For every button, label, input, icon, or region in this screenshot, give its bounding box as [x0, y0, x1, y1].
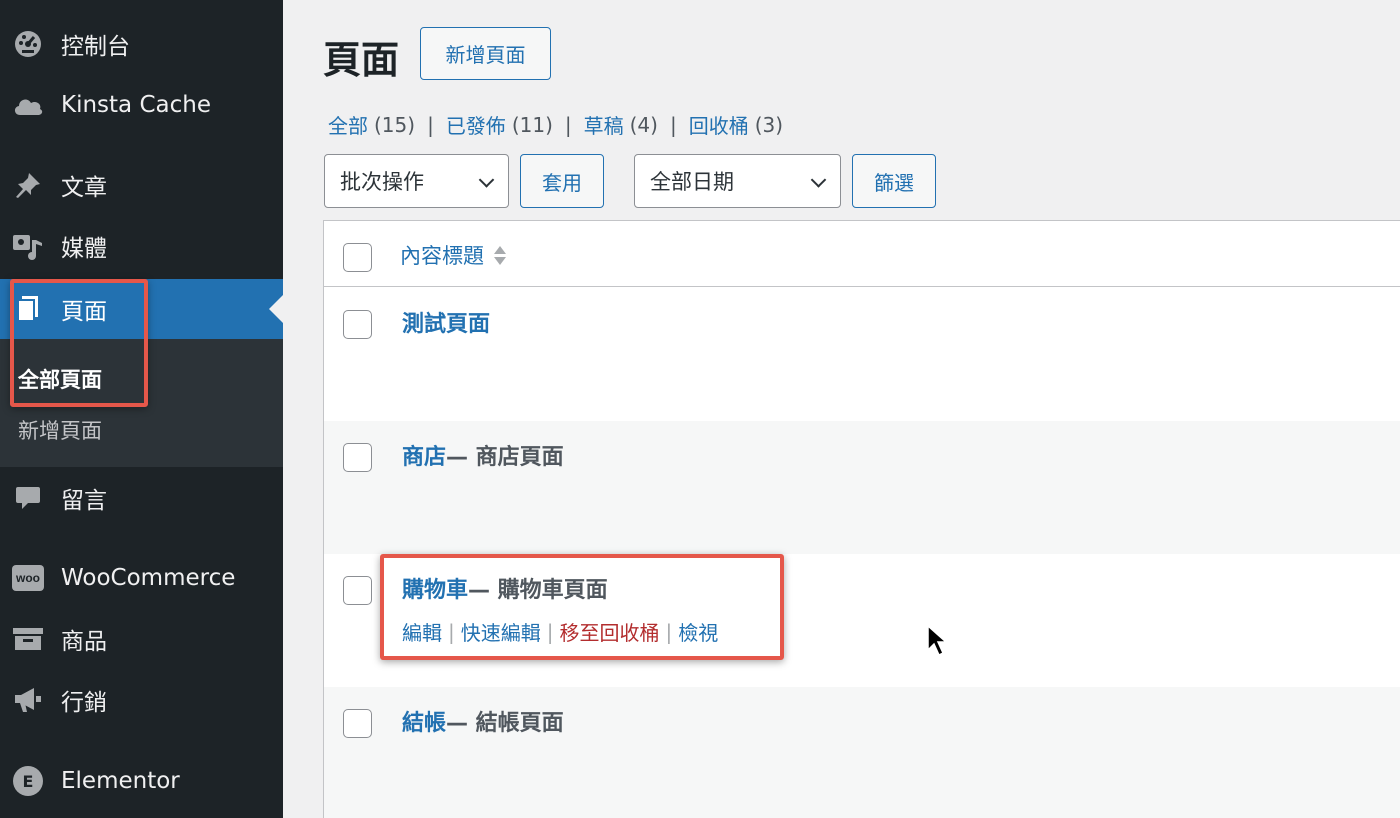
row-post-state: — 結帳頁面	[446, 711, 564, 736]
filter-button[interactable]: 篩選	[852, 154, 936, 208]
separator: |	[427, 112, 434, 137]
separator: |	[665, 619, 673, 644]
table-row: 商店 — 商店頁面	[324, 421, 1400, 554]
filter-trash-link[interactable]: 回收桶	[689, 110, 749, 139]
filter-published-count: (11)	[511, 112, 553, 137]
menu-item-comments[interactable]: 留言	[0, 470, 283, 526]
menu-item-elementor[interactable]: E Elementor	[0, 753, 283, 809]
add-new-page-button[interactable]: 新增頁面	[420, 27, 551, 80]
apply-button[interactable]: 套用	[520, 154, 604, 208]
menu-item-woocommerce[interactable]: woo WooCommerce	[0, 550, 283, 606]
row-title-link[interactable]: 購物車	[402, 572, 468, 604]
select-all-checkbox[interactable]	[343, 243, 372, 272]
status-filter-links: 全部 (15) | 已發佈 (11) | 草稿 (4) | 回收桶 (3)	[328, 110, 783, 139]
edit-link[interactable]: 編輯	[402, 617, 442, 646]
menu-item-label: 行銷	[61, 690, 107, 716]
cloud-icon	[12, 89, 44, 121]
menu-item-kinsta-cache[interactable]: Kinsta Cache	[0, 77, 283, 133]
row-post-state: — 商店頁面	[446, 445, 564, 470]
row-title: 結帳 — 結帳頁面	[402, 705, 564, 737]
separator: |	[546, 619, 554, 644]
mouse-cursor-icon	[927, 624, 948, 657]
submenu-all-pages[interactable]: 全部頁面	[18, 364, 102, 394]
bulk-action-select[interactable]: 批次操作	[324, 154, 509, 208]
menu-item-label: 控制台	[61, 34, 130, 60]
menu-item-label: 文章	[61, 175, 107, 201]
row-checkbox[interactable]	[343, 443, 372, 472]
media-icon	[12, 230, 44, 262]
woo-icon-text: woo	[12, 565, 44, 591]
row-title-link[interactable]: 測試頁面	[402, 306, 490, 338]
chevron-down-icon	[810, 172, 827, 188]
chevron-down-icon	[478, 172, 495, 188]
menu-item-label: WooCommerce	[61, 565, 236, 591]
bulk-action-value: 批次操作	[340, 170, 424, 194]
view-link[interactable]: 檢視	[678, 617, 718, 646]
row-title: 購物車 — 購物車頁面	[402, 572, 608, 604]
pages-submenu: 全部頁面 新增頁面	[0, 339, 283, 467]
pin-icon	[12, 169, 44, 201]
row-checkbox[interactable]	[343, 576, 372, 605]
menu-item-pages[interactable]: 頁面	[0, 279, 283, 339]
menu-item-label: Kinsta Cache	[61, 92, 211, 118]
row-post-state: — 購物車頁面	[468, 578, 608, 603]
table-row: 測試頁面	[324, 288, 1400, 421]
menu-item-dashboard[interactable]: 控制台	[0, 16, 283, 72]
quick-edit-link[interactable]: 快速編輯	[461, 617, 541, 646]
separator: |	[448, 619, 455, 644]
filter-all-count: (15)	[374, 112, 416, 137]
menu-item-media[interactable]: 媒體	[0, 218, 283, 274]
pages-table: 內容標題 測試頁面 商店 — 商店頁面 購物車 — 購物車頁面 編輯 | 快速編…	[323, 220, 1400, 818]
filter-drafts-link[interactable]: 草稿	[584, 110, 624, 139]
elementor-icon: E	[12, 765, 44, 797]
archive-icon	[12, 623, 44, 655]
comment-icon	[12, 482, 44, 514]
table-row: 購物車 — 購物車頁面 編輯 | 快速編輯 | 移至回收桶 | 檢視	[324, 554, 1400, 687]
date-filter-value: 全部日期	[650, 170, 734, 194]
row-title-link[interactable]: 商店	[402, 439, 446, 471]
current-menu-arrow	[269, 295, 283, 323]
column-title-sort[interactable]: 內容標題	[400, 240, 506, 270]
filter-published-link[interactable]: 已發佈	[446, 110, 506, 139]
row-checkbox[interactable]	[343, 310, 372, 339]
sort-icon	[494, 245, 506, 265]
menu-item-label: 商品	[61, 629, 107, 655]
menu-item-products[interactable]: 商品	[0, 611, 283, 667]
filter-drafts-count: (4)	[629, 112, 658, 137]
admin-sidebar: 控制台 Kinsta Cache 文章 媒體 頁面 全部頁面 新增頁面 留言 w…	[0, 0, 283, 818]
elementor-icon-text: E	[13, 766, 43, 796]
megaphone-icon	[12, 684, 44, 716]
table-header: 內容標題	[324, 221, 1400, 287]
row-actions: 編輯 | 快速編輯 | 移至回收桶 | 檢視	[402, 617, 718, 646]
filter-trash-count: (3)	[754, 112, 784, 137]
menu-item-label: 留言	[61, 488, 107, 514]
row-title: 商店 — 商店頁面	[402, 439, 564, 471]
row-title: 測試頁面	[402, 306, 490, 338]
column-title-label: 內容標題	[400, 244, 484, 268]
separator: |	[564, 112, 572, 137]
menu-item-label: 頁面	[61, 299, 107, 325]
row-title-link[interactable]: 結帳	[402, 705, 446, 737]
page-icon	[12, 293, 44, 325]
menu-item-label: 媒體	[61, 236, 107, 262]
woo-icon: woo	[12, 562, 44, 594]
date-filter-select[interactable]: 全部日期	[634, 154, 841, 208]
submenu-add-new-page[interactable]: 新增頁面	[18, 415, 102, 445]
page-title: 頁面	[323, 38, 400, 82]
menu-item-label: Elementor	[61, 768, 180, 794]
menu-item-marketing[interactable]: 行銷	[0, 672, 283, 728]
trash-link[interactable]: 移至回收桶	[560, 617, 660, 646]
row-checkbox[interactable]	[343, 709, 372, 738]
filter-all-link[interactable]: 全部	[328, 110, 368, 139]
menu-item-posts[interactable]: 文章	[0, 157, 283, 213]
separator: |	[669, 112, 677, 137]
dashboard-icon	[12, 28, 44, 60]
table-row: 結帳 — 結帳頁面	[324, 687, 1400, 818]
